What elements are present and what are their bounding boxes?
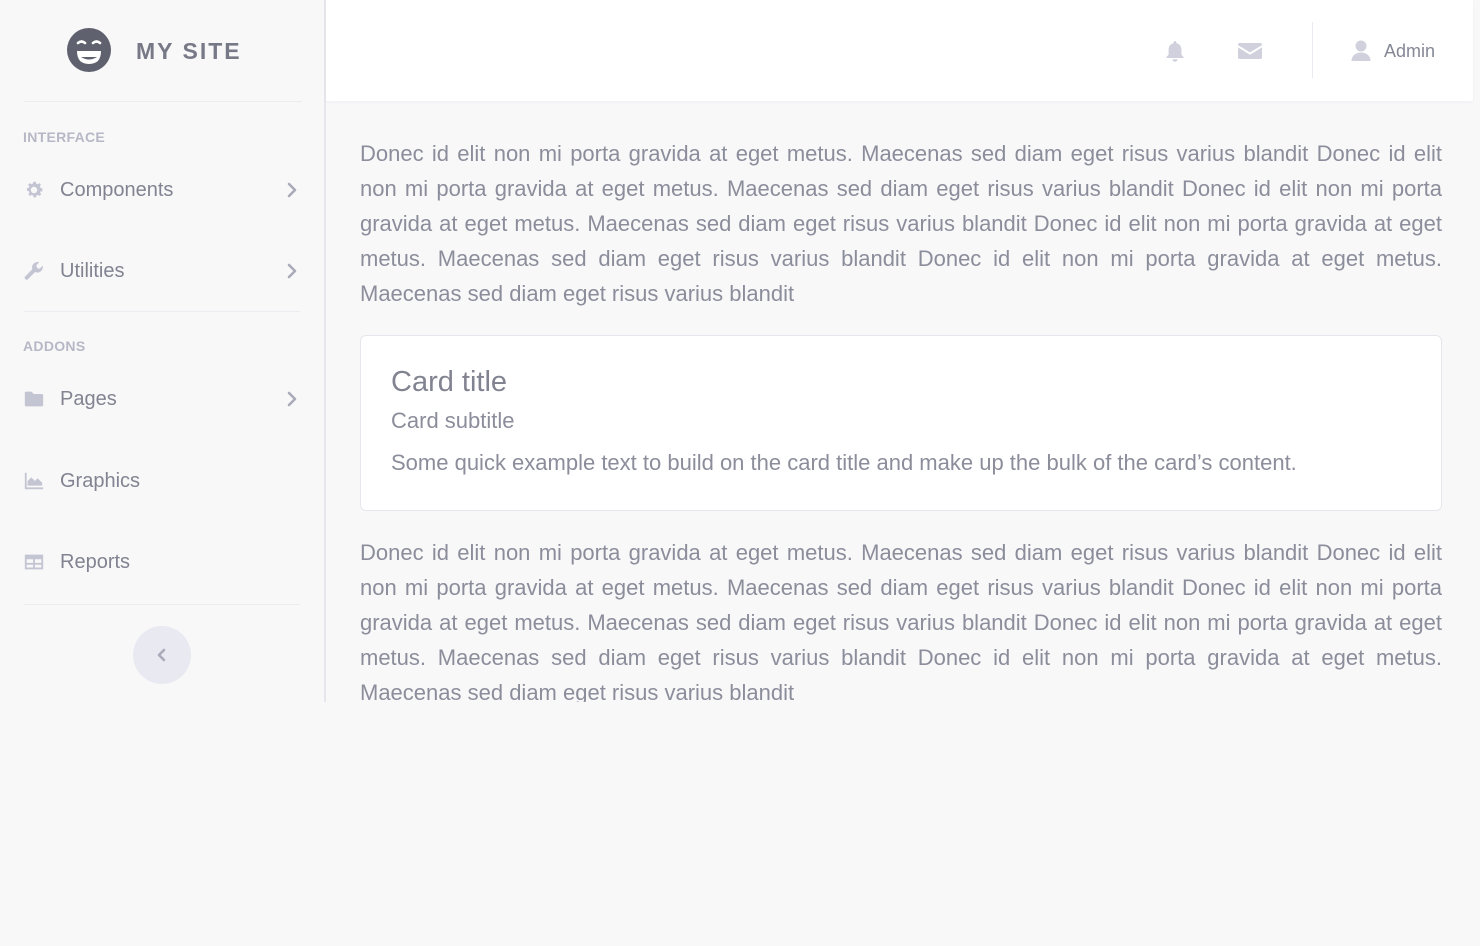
sidebar: MY SITE INTERFACE Components Utilities A… (0, 0, 326, 702)
paragraph: Donec id elit non mi porta gravida at eg… (360, 540, 1442, 702)
folder-icon (22, 387, 46, 411)
sidebar-toggle-button[interactable] (133, 626, 191, 684)
card-text: Some quick example text to build on the … (391, 450, 1297, 475)
paragraph: Donec id elit non mi porta gravida at eg… (360, 141, 1442, 306)
sidebar-item-graphics[interactable]: Graphics (22, 459, 302, 503)
alerts-button[interactable] (1161, 37, 1189, 65)
brand-name: MY SITE (136, 38, 242, 64)
sidebar-item-label: Reports (60, 550, 131, 573)
chevron-right-icon (287, 391, 297, 407)
user-menu[interactable]: Admin (1350, 36, 1435, 66)
sidebar-divider (24, 311, 300, 312)
brand[interactable]: MY SITE (24, 0, 302, 102)
sidebar-item-label: Components (60, 178, 174, 201)
envelope-icon (1238, 43, 1262, 59)
sidebar-item-reports[interactable]: Reports (22, 540, 302, 584)
bell-icon (1166, 41, 1184, 62)
sidebar-item-label: Graphics (60, 469, 141, 492)
user-name: Admin (1384, 40, 1436, 61)
section-heading-interface: INTERFACE (23, 129, 106, 145)
chevron-right-icon (287, 263, 297, 279)
messages-button[interactable] (1236, 37, 1264, 65)
app-root: MY SITE INTERFACE Components Utilities A… (0, 0, 1480, 946)
chevron-left-icon (157, 648, 166, 662)
sidebar-item-label: Utilities (60, 259, 125, 282)
user-icon (1351, 40, 1371, 61)
card-subtitle: Card subtitle (391, 408, 515, 433)
smiley-wink-icon (67, 28, 111, 72)
main-content: Donec id elit non mi porta gravida at eg… (360, 136, 1442, 702)
area-chart-icon (22, 469, 46, 493)
wrench-icon (22, 259, 46, 283)
card: Card title Card subtitle Some quick exam… (360, 335, 1442, 511)
gear-icon (22, 178, 46, 202)
sidebar-item-utilities[interactable]: Utilities (22, 249, 302, 293)
topbar: Admin (326, 0, 1473, 101)
card-title: Card title (391, 366, 508, 398)
topbar-divider (1312, 22, 1313, 78)
sidebar-item-components[interactable]: Components (22, 168, 302, 212)
sidebar-divider (24, 604, 300, 605)
sidebar-item-pages[interactable]: Pages (22, 377, 302, 421)
chevron-right-icon (287, 182, 297, 198)
table-icon (22, 550, 46, 574)
sidebar-item-label: Pages (60, 387, 117, 410)
section-heading-addons: ADDONS (23, 338, 86, 354)
